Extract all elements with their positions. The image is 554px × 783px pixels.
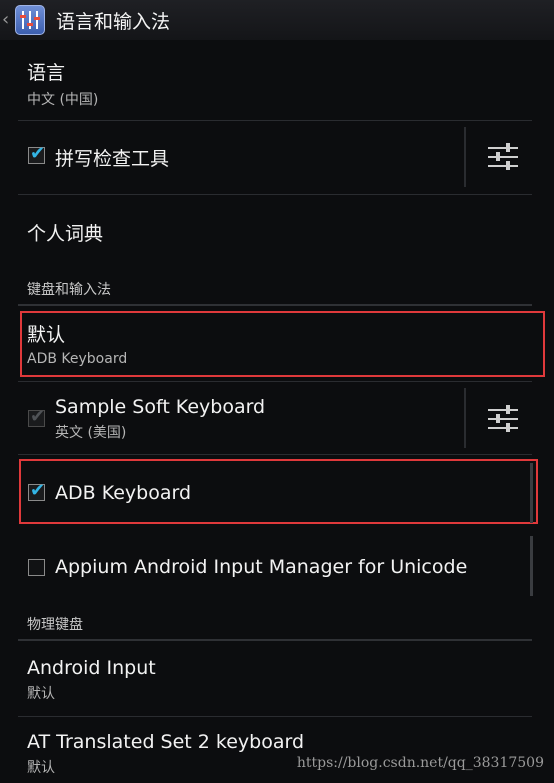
vertical-divider — [464, 388, 466, 448]
appium-keyboard-checkbox[interactable] — [28, 559, 45, 576]
divider — [18, 381, 532, 382]
section-rule — [18, 304, 532, 306]
android-input-summary: 默认 — [27, 686, 55, 702]
check-icon: ✔ — [30, 143, 46, 164]
adb-keyboard-item[interactable]: ADB Keyboard — [55, 482, 455, 504]
default-input-method-item[interactable]: 默认 ADB Keyboard — [18, 320, 532, 367]
check-icon: ✔ — [30, 480, 46, 501]
language-item[interactable]: 语言 中文 (中国) — [18, 58, 532, 109]
chevron-left-icon[interactable]: ‹ — [2, 0, 14, 40]
page-title: 语言和输入法 — [56, 10, 171, 33]
sliders-icon[interactable] — [488, 143, 518, 171]
watermark: https://blog.csdn.net/qq_38317509 — [296, 755, 544, 771]
adb-keyboard-checkbox[interactable]: ✔ — [28, 480, 45, 501]
divider — [18, 194, 532, 195]
scrollbar[interactable] — [530, 463, 533, 523]
section-header-keyboards: 键盘和输入法 — [27, 282, 111, 298]
spell-checker-item[interactable]: 拼写检查工具 — [55, 144, 435, 171]
personal-dictionary-title: 个人词典 — [27, 223, 104, 245]
divider — [18, 716, 532, 717]
at-keyboard-title: AT Translated Set 2 keyboard — [27, 731, 305, 753]
scrollbar[interactable] — [530, 536, 533, 596]
check-icon: ✔ — [30, 406, 46, 427]
section-rule — [18, 639, 532, 641]
sample-soft-keyboard-item[interactable]: Sample Soft Keyboard 英文 (美国) — [55, 396, 455, 442]
divider — [18, 120, 532, 121]
spell-checker-checkbox[interactable]: ✔ — [28, 143, 45, 164]
language-summary: 中文 (中国) — [27, 92, 99, 108]
sample-soft-keyboard-title: Sample Soft Keyboard — [55, 396, 266, 418]
android-input-title: Android Input — [27, 657, 156, 679]
default-summary: ADB Keyboard — [27, 351, 128, 367]
sample-soft-keyboard-checkbox[interactable]: ✔ — [28, 406, 45, 427]
settings-app-icon[interactable] — [15, 5, 45, 35]
appium-keyboard-title: Appium Android Input Manager for Unicode — [55, 556, 468, 578]
divider — [18, 454, 532, 455]
appium-keyboard-item[interactable]: Appium Android Input Manager for Unicode — [55, 556, 515, 578]
adb-keyboard-title: ADB Keyboard — [55, 482, 192, 504]
sliders-icon[interactable] — [488, 405, 518, 433]
action-bar: ‹ 语言和输入法 — [0, 0, 554, 40]
default-title: 默认 — [27, 324, 66, 346]
spell-checker-title: 拼写检查工具 — [55, 148, 170, 170]
physical-keyboard-item[interactable]: Android Input 默认 — [18, 657, 532, 703]
personal-dictionary-item[interactable]: 个人词典 — [27, 219, 541, 246]
language-title: 语言 — [27, 62, 66, 84]
settings-list: 语言 中文 (中国) ✔ 拼写检查工具 个人词典 键盘和输入法 默认 ADB K… — [0, 40, 554, 783]
vertical-divider — [464, 127, 466, 187]
section-header-physical-keyboard: 物理键盘 — [27, 617, 83, 633]
sample-soft-keyboard-summary: 英文 (美国) — [55, 425, 127, 441]
